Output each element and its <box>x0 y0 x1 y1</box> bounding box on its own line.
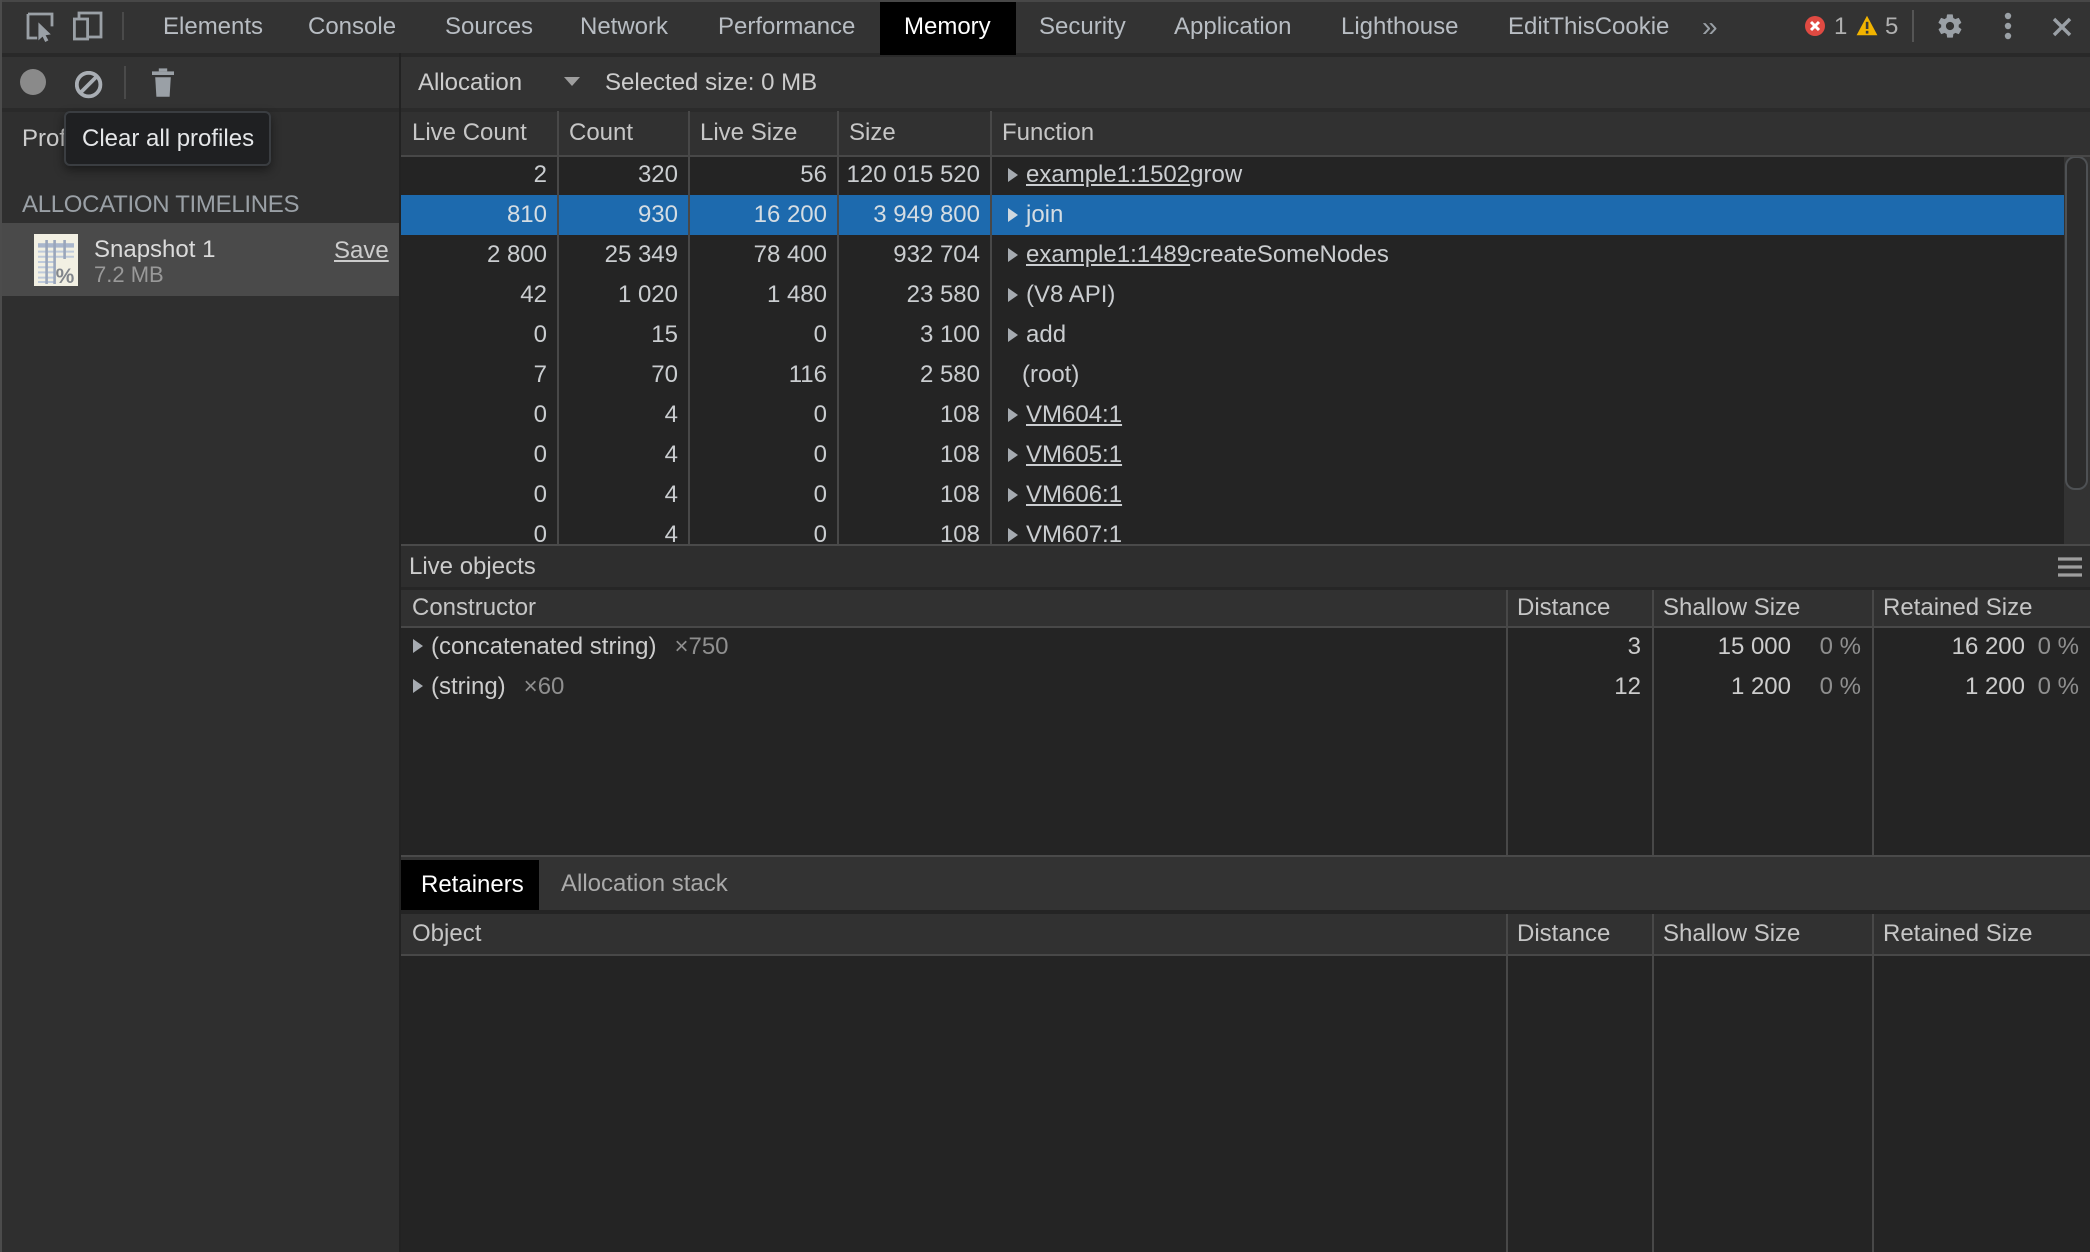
svg-text:%: % <box>56 265 75 286</box>
